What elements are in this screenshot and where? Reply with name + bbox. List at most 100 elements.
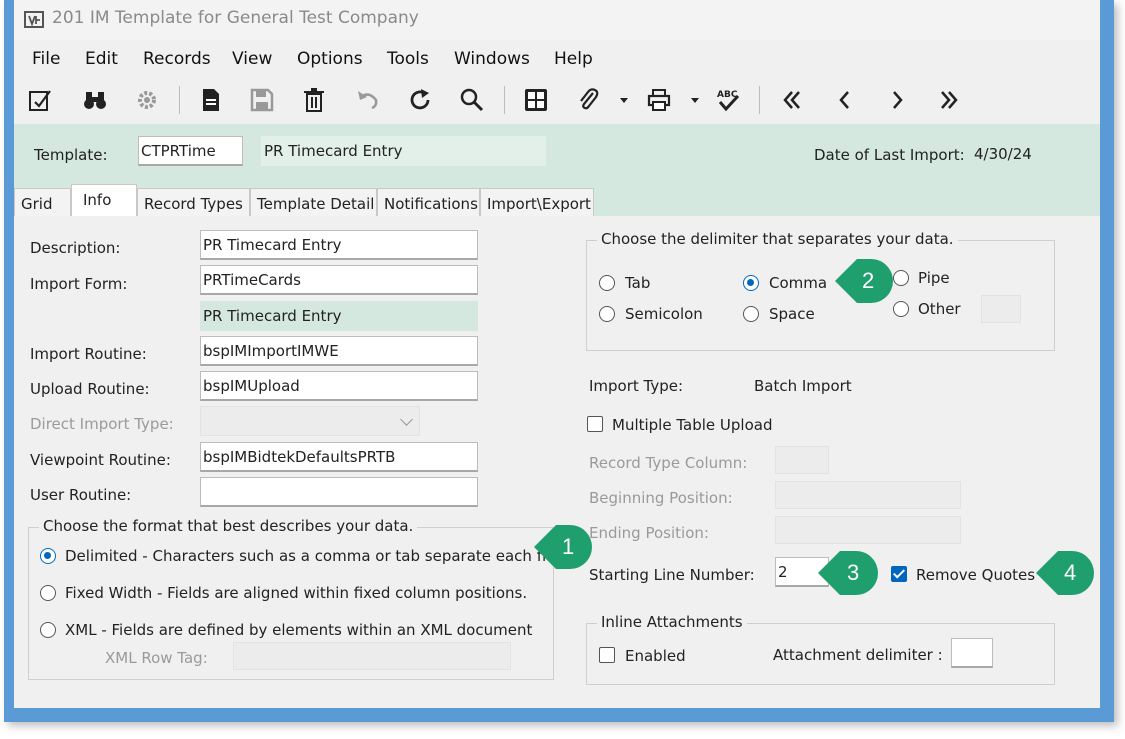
- menu-edit[interactable]: Edit: [85, 49, 118, 69]
- attachment-delimiter-field[interactable]: [951, 638, 993, 668]
- delimiter-other-radio[interactable]: [893, 301, 909, 317]
- callout-marker-4: 4: [1036, 551, 1094, 595]
- tab-info[interactable]: Info: [71, 184, 137, 216]
- delimiter-tab-radio[interactable]: [599, 275, 615, 291]
- inline-attachments-enabled-checkbox[interactable]: [599, 647, 615, 663]
- window-title: 201 IM Template for General Test Company: [52, 8, 419, 28]
- delimiter-space-radio[interactable]: [743, 306, 759, 322]
- import-type-label: Import Type:: [589, 377, 684, 395]
- attachment-icon[interactable]: [571, 84, 605, 116]
- application-window: 201 IM Template for General Test Company…: [14, 0, 1100, 708]
- toolbar-separator: [759, 86, 760, 114]
- import-form-label: Import Form:: [30, 275, 128, 293]
- binoculars-icon[interactable]: [78, 84, 112, 116]
- next-record-icon[interactable]: [880, 84, 914, 116]
- import-form-field[interactable]: PRTimeCards: [200, 265, 478, 295]
- description-field[interactable]: PR Timecard Entry: [200, 230, 478, 260]
- delimiter-tab-label: Tab: [625, 274, 651, 292]
- new-document-icon[interactable]: [194, 84, 228, 116]
- ending-position-field[interactable]: [775, 516, 961, 544]
- search-icon[interactable]: [455, 84, 489, 116]
- xml-row-tag-label: XML Row Tag:: [105, 649, 208, 667]
- settings-gear-icon[interactable]: [130, 84, 164, 116]
- xml-row-tag-field[interactable]: [233, 642, 511, 670]
- menu-view[interactable]: View: [232, 49, 272, 69]
- multiple-table-upload-checkbox[interactable]: [587, 416, 603, 432]
- delimiter-other-field[interactable]: [981, 295, 1021, 323]
- delete-icon[interactable]: [297, 84, 331, 116]
- delimiter-other-label: Other: [918, 300, 961, 318]
- tab-import-export[interactable]: Import\Export: [480, 188, 594, 216]
- callout-marker-3: 3: [818, 551, 878, 595]
- attachment-dropdown-icon[interactable]: [620, 98, 628, 103]
- print-dropdown-icon[interactable]: [691, 98, 699, 103]
- menu-windows[interactable]: Windows: [454, 49, 530, 69]
- multiple-table-upload-label: Multiple Table Upload: [612, 416, 773, 434]
- delimiter-semicolon-label: Semicolon: [625, 305, 703, 323]
- menu-tools[interactable]: Tools: [387, 49, 429, 69]
- menu-bar: File Edit Records View Options Tools Win…: [14, 44, 1100, 76]
- callout-number-2: 2: [862, 268, 875, 293]
- menu-help[interactable]: Help: [554, 49, 593, 69]
- remove-quotes-label: Remove Quotes: [916, 566, 1036, 584]
- last-import-label: Date of Last Import:: [814, 146, 965, 164]
- record-type-column-field[interactable]: [775, 446, 829, 474]
- menu-options[interactable]: Options: [297, 49, 363, 69]
- upload-routine-field[interactable]: bspIMUpload: [200, 371, 478, 401]
- previous-record-icon[interactable]: [828, 84, 862, 116]
- beginning-position-field[interactable]: [775, 481, 961, 509]
- beginning-position-label: Beginning Position:: [589, 489, 733, 507]
- undo-icon[interactable]: [351, 84, 385, 116]
- format-fixed-width-radio[interactable]: [40, 585, 56, 601]
- delimiter-group: Choose the delimiter that separates your…: [586, 230, 1055, 351]
- callout-marker-1: 1: [534, 525, 592, 569]
- last-record-icon[interactable]: [932, 84, 966, 116]
- delimiter-comma-radio[interactable]: [743, 275, 759, 291]
- import-form-description: PR Timecard Entry: [200, 301, 478, 331]
- tab-record-types[interactable]: Record Types: [137, 188, 250, 216]
- ending-position-label: Ending Position:: [589, 524, 709, 542]
- viewpoint-routine-field[interactable]: bspIMBidtekDefaultsPRTB: [200, 442, 478, 472]
- toolbar-separator: [504, 86, 505, 114]
- format-group-legend: Choose the format that best describes yo…: [39, 517, 418, 535]
- refresh-icon[interactable]: [404, 84, 438, 116]
- user-routine-label: User Routine:: [30, 486, 132, 504]
- format-delimited-radio[interactable]: [40, 548, 56, 564]
- viewpoint-routine-label: Viewpoint Routine:: [30, 451, 171, 469]
- delimiter-semicolon-radio[interactable]: [599, 306, 615, 322]
- menu-records[interactable]: Records: [143, 49, 211, 69]
- format-fixed-width-label: Fixed Width - Fields are aligned within …: [65, 584, 528, 602]
- user-routine-field[interactable]: [200, 477, 478, 507]
- spellcheck-icon[interactable]: ABC: [711, 84, 745, 116]
- delimiter-group-legend: Choose the delimiter that separates your…: [597, 230, 958, 248]
- menu-file[interactable]: File: [32, 49, 60, 69]
- chevron-down-icon: [400, 413, 413, 426]
- delimiter-comma-label: Comma: [769, 274, 828, 292]
- inline-attachments-group: Inline Attachments Enabled Attachment de…: [586, 613, 1055, 685]
- format-xml-radio[interactable]: [40, 622, 56, 638]
- remove-quotes-checkbox[interactable]: [891, 566, 907, 582]
- tab-notifications[interactable]: Notifications: [377, 188, 480, 216]
- format-xml-label: XML - Fields are defined by elements wit…: [65, 621, 533, 639]
- template-field[interactable]: CTPRTime: [138, 136, 243, 166]
- delimiter-pipe-label: Pipe: [918, 269, 950, 287]
- print-icon[interactable]: [642, 84, 676, 116]
- delimiter-pipe-radio[interactable]: [893, 270, 909, 286]
- tab-template-detail[interactable]: Template Detail: [250, 188, 377, 216]
- info-panel: Description: PR Timecard Entry Import Fo…: [14, 216, 1100, 708]
- edit-form-icon[interactable]: [23, 84, 57, 116]
- attachment-delimiter-label: Attachment delimiter :: [773, 646, 943, 664]
- inline-attachments-enabled-label: Enabled: [625, 647, 686, 665]
- template-label: Template:: [34, 146, 108, 164]
- import-routine-field[interactable]: bspIMImportIMWE: [200, 336, 478, 366]
- tab-grid[interactable]: Grid: [14, 188, 71, 216]
- import-routine-label: Import Routine:: [30, 345, 147, 363]
- import-type-value: Batch Import: [754, 377, 852, 395]
- first-record-icon[interactable]: [775, 84, 809, 116]
- save-icon[interactable]: [245, 84, 279, 116]
- template-description-field: PR Timecard Entry: [261, 136, 546, 166]
- toolbar-separator: [179, 86, 180, 114]
- format-delimited-label: Delimited - Characters such as a comma o…: [65, 547, 574, 565]
- calculator-icon[interactable]: [519, 84, 553, 116]
- direct-import-type-select[interactable]: [200, 406, 420, 436]
